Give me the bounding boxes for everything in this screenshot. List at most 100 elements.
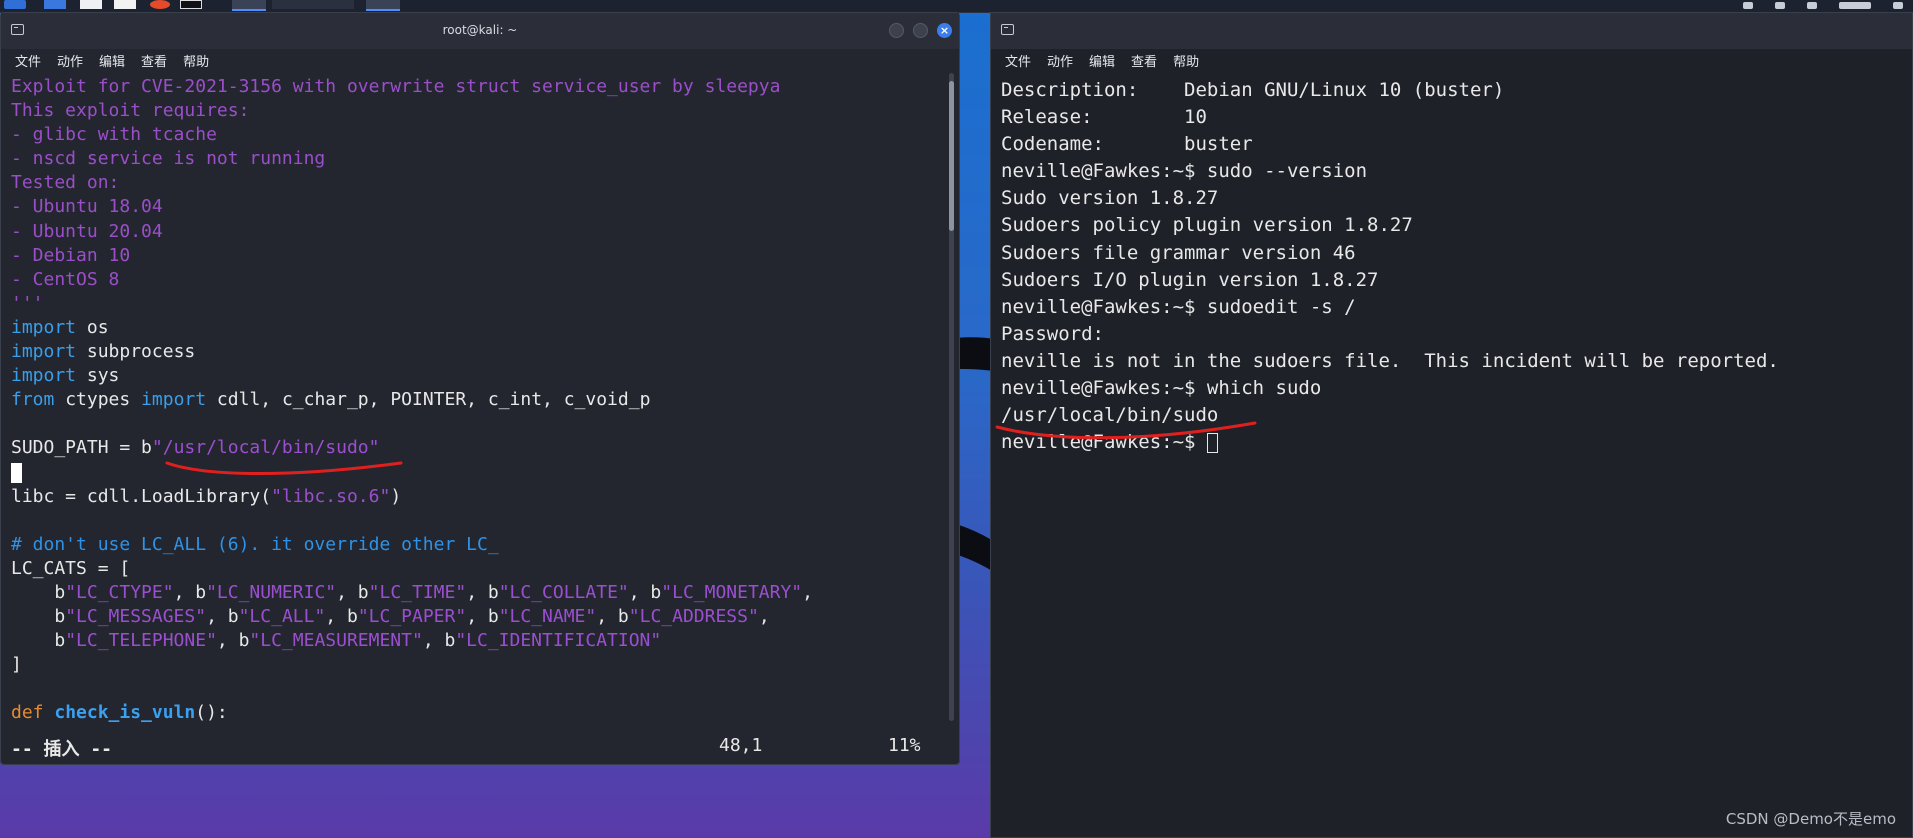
code-token: "LC_MESSAGES"	[65, 606, 207, 628]
scrollbar[interactable]	[949, 73, 954, 721]
menu-bar: 文件 动作 编辑 查看 帮助	[1, 49, 959, 71]
menu-help[interactable]: 帮助	[1173, 51, 1199, 70]
shell-line: neville is not in the sudoers file. This…	[1001, 349, 1779, 372]
terminal-task-icon[interactable]	[366, 0, 400, 11]
code-token: import	[141, 389, 207, 411]
window-titlebar[interactable]: root@kali: ~ ×	[1, 13, 959, 50]
menu-view[interactable]: 查看	[141, 51, 167, 70]
close-button[interactable]: ×	[937, 23, 952, 38]
code-token: "LC_IDENTIFICATION"	[455, 630, 662, 652]
browser-icon[interactable]	[150, 0, 170, 9]
code-token: ,	[758, 606, 770, 628]
code-line: b"LC_CTYPE", b"LC_NUMERIC", b"LC_TIME", …	[11, 581, 943, 605]
code-token: import	[11, 341, 77, 363]
shell-line: /usr/local/bin/sudo	[1001, 404, 1219, 427]
terminal-window-ssh[interactable]: 文件 动作 编辑 查看 帮助 Description: Debian GNU/L…	[990, 12, 1913, 838]
minimize-button[interactable]	[889, 23, 904, 38]
code-line: - Debian 10	[11, 244, 943, 268]
editor-icon[interactable]	[114, 0, 136, 9]
files-icon[interactable]	[80, 0, 102, 9]
clock-icon[interactable]	[1839, 1, 1871, 9]
code-token: libc = cdll.LoadLibrary(	[11, 485, 272, 507]
code-token: "libc.so.6"	[271, 485, 391, 507]
code-token: # don't use LC_ALL (6). it override othe…	[11, 533, 499, 555]
shell-line: neville@Fawkes:~$ sudo --version	[1001, 160, 1368, 183]
window-title: root@kali: ~	[442, 23, 518, 37]
shell-line: neville@Fawkes:~$ sudoedit -s /	[1001, 295, 1356, 318]
shell-line: Sudoers file grammar version 46	[1001, 241, 1356, 264]
code-line: ]	[11, 653, 943, 677]
code-token: - Ubuntu 18.04	[11, 196, 163, 218]
scrollbar-thumb[interactable]	[949, 81, 954, 231]
vim-code-view[interactable]: Exploit for CVE-2021-3156 with overwrite…	[11, 75, 943, 726]
window-titlebar-right[interactable]	[991, 13, 1912, 50]
shell-output[interactable]: Description: Debian GNU/Linux 10 (buster…	[1001, 77, 1896, 456]
maximize-button[interactable]	[913, 23, 928, 38]
volume-icon[interactable]	[1775, 1, 1785, 9]
code-token: "LC_NUMERIC"	[206, 581, 337, 603]
menu-file[interactable]: 文件	[1005, 51, 1031, 70]
kali-menu-icon[interactable]	[4, 0, 26, 9]
menu-edit[interactable]: 编辑	[99, 51, 125, 70]
code-token: cdll, c_char_p, POINTER, c_int, c_void_p	[206, 389, 651, 411]
menu-view[interactable]: 查看	[1131, 51, 1157, 70]
shell-line: Codename: buster	[1001, 133, 1253, 156]
code-token: "LC_PAPER"	[357, 606, 467, 628]
menu-help[interactable]: 帮助	[183, 51, 209, 70]
code-line: import subprocess	[11, 340, 943, 364]
code-line: import os	[11, 316, 943, 340]
notification-icon[interactable]	[1807, 1, 1817, 9]
shell-line: Password:	[1001, 322, 1104, 345]
code-line: from ctypes import cdll, c_char_p, POINT…	[11, 388, 943, 412]
code-line: '''	[11, 292, 943, 316]
code-line: def check_is_vuln():	[11, 701, 943, 725]
code-token: , b	[173, 581, 207, 603]
code-token: )	[390, 485, 402, 507]
vim-mode: -- 插入 --	[11, 739, 113, 760]
menu-action[interactable]: 动作	[57, 51, 83, 70]
terminal-window-vim[interactable]: root@kali: ~ × 文件 动作 编辑 查看 帮助 Exploit fo…	[0, 12, 960, 765]
code-token: "LC_TIME"	[368, 581, 467, 603]
code-line: - CentOS 8	[11, 268, 943, 292]
code-line: - nscd service is not running	[11, 147, 943, 171]
code-token: , b	[206, 606, 239, 628]
code-token: sys	[76, 365, 120, 387]
code-token: - glibc with tcache	[11, 124, 217, 146]
workspace-switcher-icon[interactable]	[272, 0, 354, 9]
desktop-icon[interactable]	[44, 0, 66, 9]
code-line: libc = cdll.LoadLibrary("libc.so.6")	[11, 485, 943, 509]
code-token: check_is_vuln	[54, 702, 196, 724]
workspace-1-icon[interactable]	[232, 0, 266, 11]
system-tray	[1743, 0, 1903, 10]
code-line: LC_CATS = [	[11, 557, 943, 581]
menu-edit[interactable]: 编辑	[1089, 51, 1115, 70]
code-token: , b	[422, 630, 456, 652]
menu-bar-right: 文件 动作 编辑 查看 帮助	[991, 49, 1912, 71]
power-icon[interactable]	[1893, 1, 1903, 9]
code-token: ():	[195, 702, 228, 724]
code-token: ]	[11, 654, 22, 676]
code-token: "LC_CTYPE"	[65, 581, 174, 603]
shell-prompt-line[interactable]: neville@Fawkes:~$	[1001, 429, 1896, 456]
menu-file[interactable]: 文件	[15, 51, 41, 70]
code-token: SUDO_PATH = b	[11, 437, 152, 459]
terminal-launcher-icon[interactable]	[180, 0, 202, 9]
code-token: Tested on:	[11, 172, 120, 194]
code-token: LC_CATS = [	[11, 557, 131, 579]
cursor-position: 48,1	[719, 735, 763, 756]
network-icon[interactable]	[1743, 1, 1753, 9]
code-token: from	[11, 389, 55, 411]
code-line: - glibc with tcache	[11, 123, 943, 147]
code-line: This exploit requires:	[11, 99, 943, 123]
code-token: subprocess	[76, 341, 196, 363]
vim-status-line: -- 插入 -- 48,1 11%	[11, 735, 943, 760]
menu-action[interactable]: 动作	[1047, 51, 1073, 70]
text-cursor	[11, 462, 22, 483]
code-line: # don't use LC_ALL (6). it override othe…	[11, 533, 943, 557]
shell-line: Release: 10	[1001, 106, 1207, 129]
code-token: "LC_ADDRESS"	[628, 606, 759, 628]
